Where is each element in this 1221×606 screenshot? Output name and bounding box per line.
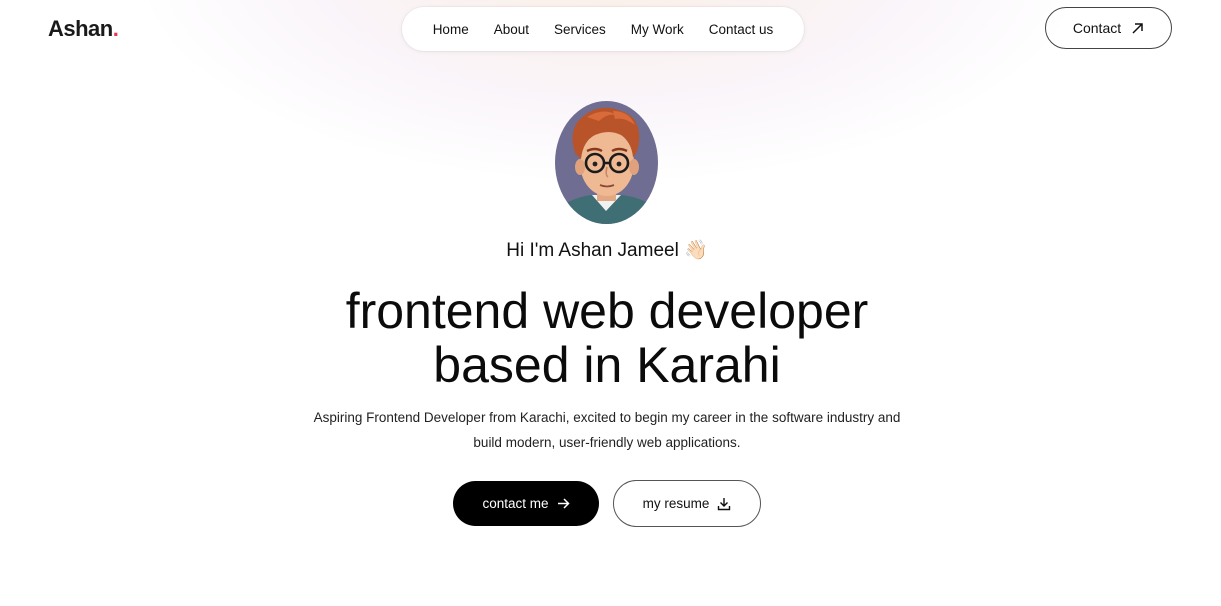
nav-item-contact-us[interactable]: Contact us bbox=[696, 22, 786, 37]
nav-item-services[interactable]: Services bbox=[541, 22, 618, 37]
main-nav: Home About Services My Work Contact us bbox=[402, 7, 804, 51]
contact-me-label: contact me bbox=[482, 496, 549, 511]
download-icon bbox=[717, 497, 731, 511]
brand-name: Ashan bbox=[48, 16, 113, 41]
contact-me-button[interactable]: contact me bbox=[453, 481, 599, 526]
hero-headline: frontend web developer based in Karahi bbox=[0, 284, 1214, 392]
hero-greeting: Hi I'm Ashan Jameel 👋🏻 bbox=[0, 238, 1214, 262]
my-resume-label: my resume bbox=[642, 496, 710, 511]
arrow-right-icon bbox=[557, 498, 570, 509]
header-contact-button[interactable]: Contact bbox=[1045, 7, 1172, 49]
headline-line-1: frontend web developer bbox=[345, 283, 869, 339]
brand-dot: . bbox=[112, 16, 119, 41]
arrow-up-right-icon bbox=[1131, 22, 1144, 35]
nav-item-about[interactable]: About bbox=[481, 22, 541, 37]
brand-logo[interactable]: Ashan. bbox=[48, 16, 119, 42]
nav-item-my-work[interactable]: My Work bbox=[618, 22, 696, 37]
nav-item-home[interactable]: Home bbox=[420, 22, 481, 37]
greeting-text: Hi I'm Ashan Jameel bbox=[506, 240, 679, 261]
headline-line-2: based in Karahi bbox=[433, 337, 781, 393]
header-contact-label: Contact bbox=[1072, 20, 1122, 36]
hero-description: Aspiring Frontend Developer from Karachi… bbox=[313, 410, 901, 450]
my-resume-button[interactable]: my resume bbox=[613, 480, 761, 527]
waving-hand-icon: 👋🏻 bbox=[684, 240, 708, 261]
avatar bbox=[555, 101, 658, 224]
